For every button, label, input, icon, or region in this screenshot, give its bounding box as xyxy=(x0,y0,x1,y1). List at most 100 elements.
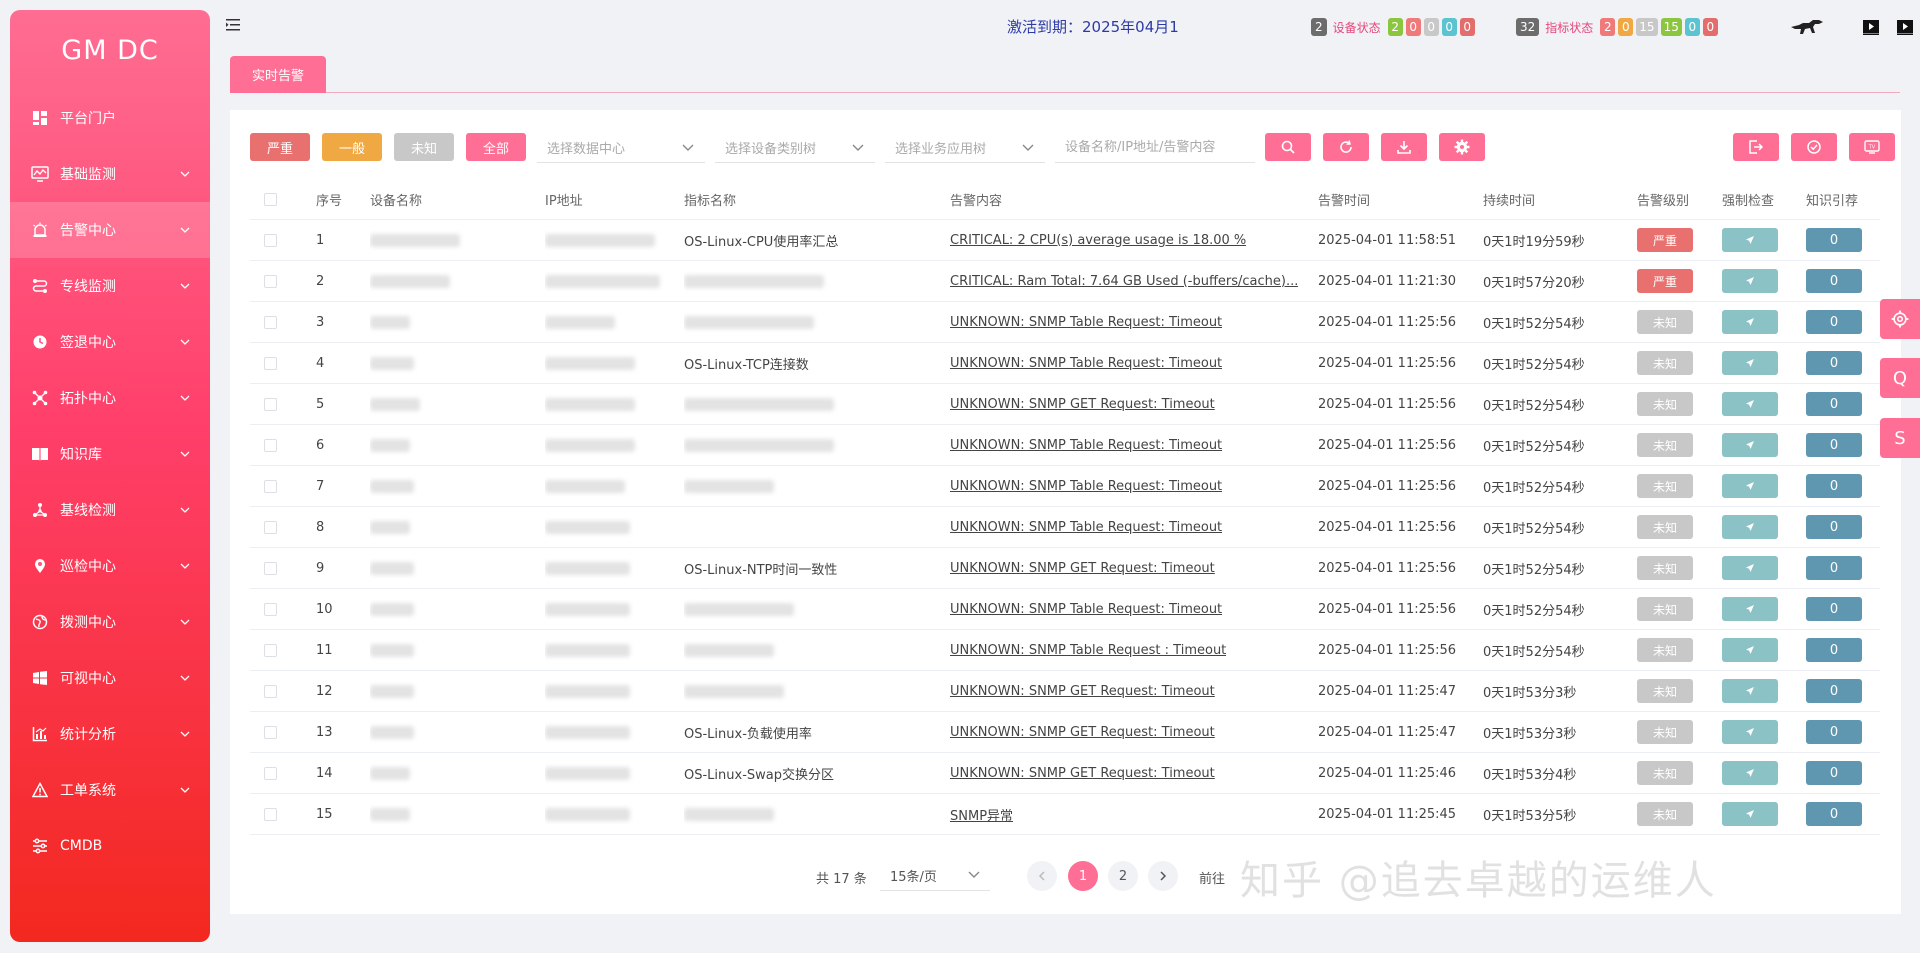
page-button-1[interactable]: 1 xyxy=(1068,861,1098,891)
sidebar-item-4[interactable]: 专线监测 xyxy=(10,258,210,314)
force-check-button[interactable] xyxy=(1722,761,1778,785)
metric-status-group[interactable]: 32 指标状态 2 0 15 15 0 0 xyxy=(1516,18,1718,36)
tv-screen-button[interactable]: TV xyxy=(1849,133,1895,161)
search-button[interactable] xyxy=(1265,133,1311,161)
knowledge-count-button[interactable]: 0 xyxy=(1806,802,1862,826)
knowledge-count-button[interactable]: 0 xyxy=(1806,474,1862,498)
knowledge-count-button[interactable]: 0 xyxy=(1806,720,1862,744)
row-checkbox[interactable] xyxy=(264,438,277,452)
status-pill[interactable]: 15 xyxy=(1636,18,1658,36)
sidebar-item-5[interactable]: 签退中心 xyxy=(10,314,210,370)
force-check-button[interactable] xyxy=(1722,679,1778,703)
s-float-button[interactable]: S xyxy=(1880,418,1920,458)
force-check-button[interactable] xyxy=(1722,720,1778,744)
row-checkbox[interactable] xyxy=(264,274,277,288)
settings-float-button[interactable] xyxy=(1880,299,1920,339)
status-pill[interactable]: 15 xyxy=(1660,18,1682,36)
page-size-select[interactable]: 15条/页 xyxy=(880,861,990,891)
sidebar-item-10[interactable]: 拨测中心 xyxy=(10,594,210,650)
sidebar-item-3[interactable]: 告警中心 xyxy=(10,202,210,258)
force-check-button[interactable] xyxy=(1722,556,1778,580)
status-pill[interactable]: 0 xyxy=(1618,18,1634,36)
row-checkbox[interactable] xyxy=(264,233,277,247)
force-check-button[interactable] xyxy=(1722,474,1778,498)
force-check-button[interactable] xyxy=(1722,310,1778,334)
device-status-group[interactable]: 2 设备状态 20000 xyxy=(1311,18,1475,36)
download-button[interactable] xyxy=(1381,133,1427,161)
export-icon-button[interactable] xyxy=(1733,133,1779,161)
force-check-button[interactable] xyxy=(1722,228,1778,252)
alarm-content-link[interactable]: CRITICAL: 2 CPU(s) average usage is 18.0… xyxy=(950,233,1246,248)
sidebar-item-11[interactable]: 可视中心 xyxy=(10,650,210,706)
status-pill[interactable]: 0 xyxy=(1405,18,1421,36)
alarm-content-link[interactable]: UNKNOWN: SNMP GET Request: Timeout xyxy=(950,684,1215,699)
knowledge-count-button[interactable]: 0 xyxy=(1806,638,1862,662)
row-checkbox[interactable] xyxy=(264,684,277,698)
sidebar-item-6[interactable]: 拓扑中心 xyxy=(10,370,210,426)
alarm-content-link[interactable]: UNKNOWN: SNMP Table Request: Timeout xyxy=(950,356,1222,371)
prev-page-button[interactable] xyxy=(1027,861,1057,891)
row-checkbox[interactable] xyxy=(264,561,277,575)
knowledge-count-button[interactable]: 0 xyxy=(1806,761,1862,785)
alarm-content-link[interactable]: SNMP异常 xyxy=(950,805,1013,824)
knowledge-count-button[interactable]: 0 xyxy=(1806,351,1862,375)
page-button-2[interactable]: 2 xyxy=(1108,861,1138,891)
screen-play-icon[interactable] xyxy=(1893,16,1917,38)
alarm-content-link[interactable]: CRITICAL: Ram Total: 7.64 GB Used (-buff… xyxy=(950,274,1298,289)
status-pill[interactable]: 0 xyxy=(1459,18,1475,36)
device-type-select[interactable]: 选择设备类别树 xyxy=(715,133,875,163)
status-pill[interactable]: 0 xyxy=(1441,18,1457,36)
dinosaur-icon[interactable] xyxy=(1788,16,1826,38)
sidebar-item-7[interactable]: 知识库 xyxy=(10,426,210,482)
status-pill[interactable]: 0 xyxy=(1684,18,1700,36)
alarm-content-link[interactable]: UNKNOWN: SNMP Table Request: Timeout xyxy=(950,602,1222,617)
force-check-button[interactable] xyxy=(1722,433,1778,457)
knowledge-count-button[interactable]: 0 xyxy=(1806,556,1862,580)
knowledge-count-button[interactable]: 0 xyxy=(1806,269,1862,293)
alarm-content-link[interactable]: UNKNOWN: SNMP Table Request: Timeout xyxy=(950,315,1222,330)
row-checkbox[interactable] xyxy=(264,766,277,780)
knowledge-count-button[interactable]: 0 xyxy=(1806,433,1862,457)
filter-normal-button[interactable]: 一般 xyxy=(322,133,382,161)
next-page-button[interactable] xyxy=(1148,861,1178,891)
filter-unknown-button[interactable]: 未知 xyxy=(394,133,454,161)
sidebar-item-14[interactable]: CMDB xyxy=(10,818,210,874)
knowledge-count-button[interactable]: 0 xyxy=(1806,392,1862,416)
refresh-button[interactable] xyxy=(1323,133,1369,161)
knowledge-count-button[interactable]: 0 xyxy=(1806,597,1862,621)
q-float-button[interactable]: Q xyxy=(1880,358,1920,398)
alarm-content-link[interactable]: UNKNOWN: SNMP Table Request : Timeout xyxy=(950,643,1226,658)
datacenter-select[interactable]: 选择数据中心 xyxy=(537,133,705,163)
sidebar-item-9[interactable]: 巡检中心 xyxy=(10,538,210,594)
row-checkbox[interactable] xyxy=(264,602,277,616)
filter-critical-button[interactable]: 严重 xyxy=(250,133,310,161)
check-circle-button[interactable] xyxy=(1791,133,1837,161)
alarm-content-link[interactable]: UNKNOWN: SNMP Table Request: Timeout xyxy=(950,479,1222,494)
knowledge-count-button[interactable]: 0 xyxy=(1806,310,1862,334)
menu-toggle-icon[interactable] xyxy=(226,18,246,38)
status-pill[interactable]: 2 xyxy=(1600,18,1616,36)
status-pill[interactable]: 0 xyxy=(1423,18,1439,36)
knowledge-count-button[interactable]: 0 xyxy=(1806,679,1862,703)
status-pill[interactable]: 2 xyxy=(1387,18,1403,36)
force-check-button[interactable] xyxy=(1722,597,1778,621)
row-checkbox[interactable] xyxy=(264,356,277,370)
sidebar-item-2[interactable]: 基础监测 xyxy=(10,146,210,202)
force-check-button[interactable] xyxy=(1722,351,1778,375)
row-checkbox[interactable] xyxy=(264,479,277,493)
knowledge-count-button[interactable]: 0 xyxy=(1806,228,1862,252)
alarm-content-link[interactable]: UNKNOWN: SNMP GET Request: Timeout xyxy=(950,397,1215,412)
alarm-content-link[interactable]: UNKNOWN: SNMP GET Request: Timeout xyxy=(950,561,1215,576)
row-checkbox[interactable] xyxy=(264,807,277,821)
filter-all-button[interactable]: 全部 xyxy=(466,133,526,161)
force-check-button[interactable] xyxy=(1722,638,1778,662)
row-checkbox[interactable] xyxy=(264,315,277,329)
row-checkbox[interactable] xyxy=(264,520,277,534)
sidebar-item-12[interactable]: 统计分析 xyxy=(10,706,210,762)
alarm-content-link[interactable]: UNKNOWN: SNMP GET Request: Timeout xyxy=(950,725,1215,740)
select-all-checkbox[interactable] xyxy=(264,193,277,206)
alarm-content-link[interactable]: UNKNOWN: SNMP Table Request: Timeout xyxy=(950,438,1222,453)
status-pill[interactable]: 0 xyxy=(1702,18,1718,36)
force-check-button[interactable] xyxy=(1722,269,1778,293)
alarm-content-link[interactable]: UNKNOWN: SNMP GET Request: Timeout xyxy=(950,766,1215,781)
